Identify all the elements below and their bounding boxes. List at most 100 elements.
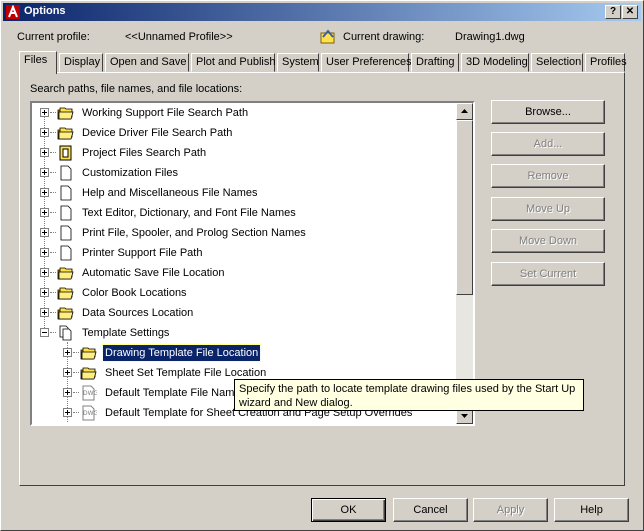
- expand-icon[interactable]: [63, 368, 72, 377]
- help-title-button[interactable]: ?: [605, 5, 621, 19]
- tree-item[interactable]: Printer Support File Path: [32, 244, 456, 262]
- apply-button[interactable]: Apply: [473, 498, 548, 522]
- close-button[interactable]: ✕: [622, 5, 638, 19]
- folders-icon: [57, 285, 74, 301]
- tree-item-label[interactable]: Drawing Template File Location: [101, 344, 262, 362]
- tab-plot-and-publish[interactable]: Plot and Publish: [191, 53, 276, 72]
- tree-item[interactable]: Text Editor, Dictionary, and Font File N…: [32, 204, 456, 222]
- tab-profiles[interactable]: Profiles: [585, 53, 627, 72]
- tree-connector: [50, 112, 56, 113]
- set-current-button[interactable]: Set Current: [491, 262, 605, 286]
- tab-user-preferences[interactable]: User Preferences: [321, 53, 412, 72]
- project-icon: [57, 145, 74, 161]
- tab-drafting[interactable]: Drafting: [411, 53, 459, 72]
- window-title: Options: [24, 5, 66, 17]
- move-down-button[interactable]: Move Down: [491, 229, 605, 253]
- expand-icon[interactable]: [40, 108, 49, 117]
- scroll-thumb[interactable]: [456, 120, 473, 295]
- expand-icon[interactable]: [40, 308, 49, 317]
- expand-icon[interactable]: [40, 248, 49, 257]
- cancel-button[interactable]: Cancel: [393, 498, 468, 522]
- document-icon: [57, 185, 74, 201]
- options-dialog: Options ? ✕ Current profile: <<Unnamed P…: [0, 0, 644, 531]
- expand-icon[interactable]: [40, 228, 49, 237]
- document-icon: [57, 205, 74, 221]
- expand-icon[interactable]: [40, 168, 49, 177]
- expand-icon[interactable]: [40, 288, 49, 297]
- folders-icon: [80, 365, 97, 381]
- folders-icon: [57, 105, 74, 121]
- tree-connector: [50, 132, 56, 133]
- add-button[interactable]: Add...: [491, 132, 605, 156]
- expand-icon[interactable]: [40, 128, 49, 137]
- svg-text:DWG: DWG: [83, 390, 97, 397]
- document-icon: [57, 225, 74, 241]
- dwg-file-icon: DWG: [80, 405, 99, 421]
- ok-button[interactable]: OK: [311, 498, 386, 522]
- tree-item[interactable]: Color Book Locations: [32, 284, 456, 302]
- tab-open-and-save[interactable]: Open and Save: [105, 53, 189, 72]
- current-profile-label: Current profile:: [17, 31, 90, 43]
- tooltip: Specify the path to locate template draw…: [234, 379, 584, 411]
- search-paths-tree[interactable]: Working Support File Search Path Device D…: [30, 101, 475, 426]
- tree-item-label[interactable]: Default Template File Name: [103, 385, 243, 401]
- folders-icon: [57, 265, 74, 281]
- scroll-up-button[interactable]: [456, 103, 473, 120]
- tree-connector: [50, 212, 56, 213]
- tree-item-label[interactable]: Automatic Save File Location: [80, 265, 226, 281]
- tree-item-label[interactable]: Device Driver File Search Path: [80, 125, 234, 141]
- tree-item-label[interactable]: Color Book Locations: [80, 285, 189, 301]
- help-button[interactable]: Help: [554, 498, 629, 522]
- tree-item-label[interactable]: Project Files Search Path: [80, 145, 208, 161]
- tree-connector: [73, 352, 79, 353]
- current-drawing-label: Current drawing:: [343, 31, 425, 43]
- expand-icon[interactable]: [40, 268, 49, 277]
- tab-files[interactable]: Files: [19, 51, 57, 74]
- tree-item-label[interactable]: Print File, Spooler, and Prolog Section …: [80, 225, 308, 241]
- arrow-up-icon: [461, 109, 468, 113]
- tree-item[interactable]: Working Support File Search Path: [32, 104, 456, 122]
- tree-connector: [50, 232, 56, 233]
- autocad-icon: [6, 5, 20, 19]
- browse-button[interactable]: Browse...: [491, 100, 605, 124]
- tree-item-label[interactable]: Text Editor, Dictionary, and Font File N…: [80, 205, 298, 221]
- tree-item[interactable]: Help and Miscellaneous File Names: [32, 184, 456, 202]
- tree-vertical-scrollbar[interactable]: [456, 103, 473, 424]
- tree-item[interactable]: Drawing Template File Location: [32, 344, 456, 362]
- tree-connector: [50, 192, 56, 193]
- tree-item-label[interactable]: Template Settings: [80, 325, 171, 341]
- tree-connector: [50, 152, 56, 153]
- tree-item[interactable]: Print File, Spooler, and Prolog Section …: [32, 224, 456, 242]
- expand-icon[interactable]: [63, 348, 72, 357]
- tab-selection[interactable]: Selection: [531, 53, 583, 72]
- section-label: Search paths, file names, and file locat…: [30, 83, 243, 95]
- tree-item[interactable]: Customization Files: [32, 164, 456, 182]
- tree-item[interactable]: Template Settings: [32, 324, 456, 342]
- remove-button[interactable]: Remove: [491, 164, 605, 188]
- drawing-icon: [320, 29, 335, 44]
- expand-icon[interactable]: [40, 208, 49, 217]
- tab-3d-modeling[interactable]: 3D Modeling: [461, 53, 529, 72]
- current-profile-value: <<Unnamed Profile>>: [125, 31, 233, 43]
- expand-icon[interactable]: [63, 408, 72, 417]
- tree-connector: [50, 172, 56, 173]
- move-up-button[interactable]: Move Up: [491, 197, 605, 221]
- document-icon: [57, 165, 74, 181]
- tree-item-label[interactable]: Printer Support File Path: [80, 245, 204, 261]
- tree-item[interactable]: Device Driver File Search Path: [32, 124, 456, 142]
- expand-icon[interactable]: [40, 188, 49, 197]
- collapse-icon[interactable]: [40, 328, 49, 337]
- expand-icon[interactable]: [40, 148, 49, 157]
- expand-icon[interactable]: [63, 388, 72, 397]
- tree-item[interactable]: Automatic Save File Location: [32, 264, 456, 282]
- dwg-file-icon: DWG: [80, 385, 99, 401]
- tree-item-label[interactable]: Help and Miscellaneous File Names: [80, 185, 259, 201]
- tree-item[interactable]: Project Files Search Path: [32, 144, 456, 162]
- folders-icon: [57, 305, 74, 321]
- tree-item[interactable]: Data Sources Location: [32, 304, 456, 322]
- tree-item-label[interactable]: Data Sources Location: [80, 305, 195, 321]
- tab-system[interactable]: System: [277, 53, 319, 72]
- tree-item-label[interactable]: Working Support File Search Path: [80, 105, 250, 121]
- tree-item-label[interactable]: Customization Files: [80, 165, 180, 181]
- tab-display[interactable]: Display: [59, 53, 103, 72]
